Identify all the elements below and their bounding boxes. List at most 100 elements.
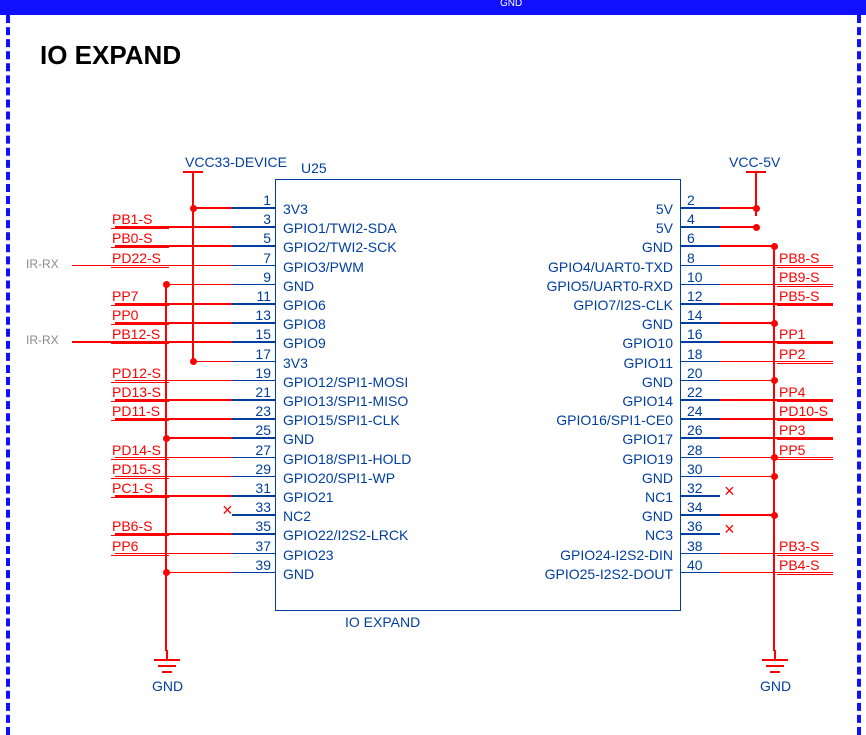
pin-number: 6 — [687, 230, 695, 246]
net-label: PD12-S — [112, 365, 161, 381]
pin-number: 36 — [687, 518, 703, 534]
pin-number: 28 — [687, 442, 703, 458]
pin-number: 5 — [247, 230, 271, 246]
net-underline — [777, 343, 833, 344]
net-label: PP3 — [779, 422, 805, 438]
pin-number: 8 — [687, 250, 695, 266]
net-underline — [777, 439, 833, 440]
pin-number: 29 — [247, 461, 271, 477]
pin-number: 12 — [687, 288, 703, 304]
pin-function: GPIO7/I2S-CLK — [573, 297, 673, 313]
net-label: PP4 — [779, 384, 805, 400]
net-underline — [777, 420, 833, 421]
pin-number: 4 — [687, 211, 695, 227]
net-label: PD14-S — [112, 442, 161, 458]
pin-function: GPIO4/UART0-TXD — [548, 259, 673, 275]
junction — [771, 473, 778, 480]
net-label: PB8-S — [779, 250, 819, 266]
junction — [163, 569, 170, 576]
net-underline — [111, 497, 169, 498]
wire — [165, 284, 232, 286]
net-label: PP7 — [112, 288, 138, 304]
net-label: PP1 — [779, 326, 805, 342]
pin-function: GPIO10 — [622, 335, 673, 351]
net-underline — [111, 382, 169, 383]
refdes: U25 — [301, 160, 327, 176]
pin-function: 5V — [656, 220, 673, 236]
pin-number: 18 — [687, 346, 703, 362]
net-label: PD22-S — [112, 250, 161, 266]
net-underline — [777, 555, 833, 556]
pin-function: GPIO25-I2S2-DOUT — [545, 566, 673, 582]
net-label: PD13-S — [112, 384, 161, 400]
top-crop-label: GND — [500, 0, 522, 9]
pin-number: 10 — [687, 269, 703, 285]
junction — [771, 243, 778, 250]
pin-number: 37 — [247, 538, 271, 554]
top-bar — [0, 0, 866, 15]
port-label: IR-RX — [26, 257, 59, 271]
pin-number: 7 — [247, 250, 271, 266]
pin-number: 24 — [687, 403, 703, 419]
wire — [192, 207, 232, 209]
wire — [165, 572, 232, 574]
pin-function: GPIO8 — [283, 316, 326, 332]
pin-function: GPIO22/I2S2-LRCK — [283, 527, 408, 543]
wire — [165, 437, 232, 439]
pin-function: GPIO14 — [622, 393, 673, 409]
junction — [163, 281, 170, 288]
pin-function: 5V — [656, 201, 673, 217]
junction — [163, 435, 170, 442]
pin-function: GPIO17 — [622, 431, 673, 447]
wire — [720, 322, 773, 324]
pin-number: 16 — [687, 326, 703, 342]
net-underline — [111, 267, 169, 268]
pin-number: 40 — [687, 557, 703, 573]
net-label: PP6 — [112, 538, 138, 554]
net-underline — [111, 324, 169, 325]
net-label: PB4-S — [779, 557, 819, 573]
net-label: PB1-S — [112, 211, 152, 227]
net-label: PB9-S — [779, 269, 819, 285]
net-underline — [111, 535, 169, 536]
net-label: PB12-S — [112, 326, 160, 342]
pin-number: 34 — [687, 499, 703, 515]
dashed-border-right — [857, 15, 861, 735]
pin-function: GPIO21 — [283, 489, 334, 505]
net-label: PC1-S — [112, 480, 153, 496]
net-label: PD11-S — [112, 403, 160, 419]
pin-number: 3 — [247, 211, 271, 227]
wire — [720, 476, 773, 478]
pin-function: GPIO24-I2S2-DIN — [560, 547, 673, 563]
pin-number: 31 — [247, 480, 271, 496]
pin-function: GND — [283, 431, 314, 447]
pin-function: GND — [283, 278, 314, 294]
pin-number: 11 — [247, 288, 271, 304]
pin-number: 1 — [247, 192, 271, 208]
pin-number: 14 — [687, 307, 703, 323]
net-underline — [111, 420, 169, 421]
net-underline — [777, 459, 833, 460]
junction — [771, 512, 778, 519]
pin-number: 17 — [247, 346, 271, 362]
wire — [192, 216, 194, 361]
net-label: PB0-S — [112, 230, 152, 246]
pin-function: NC2 — [283, 508, 311, 524]
dashed-border-left — [6, 15, 10, 735]
pin-function: GPIO16/SPI1-CE0 — [556, 412, 673, 428]
junction — [753, 205, 760, 212]
pin-function: GPIO19 — [622, 451, 673, 467]
pin-function: NC1 — [645, 489, 673, 505]
pin-function: GND — [642, 239, 673, 255]
net-underline — [111, 478, 169, 479]
pin-function: GPIO12/SPI1-MOSI — [283, 374, 408, 390]
net-underline — [777, 574, 833, 575]
power-t-right-icon — [746, 171, 766, 185]
pin-number: 27 — [247, 442, 271, 458]
wire — [720, 380, 773, 382]
pin-number: 22 — [687, 384, 703, 400]
wire — [72, 265, 115, 267]
pin-number: 13 — [247, 307, 271, 323]
net-underline — [111, 305, 169, 306]
pin-function: 3V3 — [283, 355, 308, 371]
